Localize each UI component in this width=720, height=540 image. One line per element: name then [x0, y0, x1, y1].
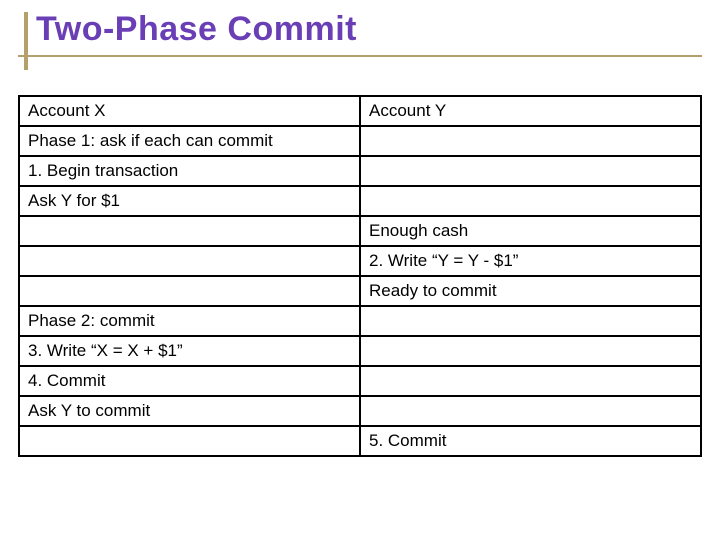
table-row: 3. Write “X = X + $1”: [19, 336, 701, 366]
two-phase-commit-table: Account X Account Y Phase 1: ask if each…: [18, 95, 702, 457]
table-row: Ready to commit: [19, 276, 701, 306]
table-row: 2. Write “Y = Y - $1”: [19, 246, 701, 276]
cell-commit: 4. Commit: [19, 366, 360, 396]
cell-empty: [360, 366, 701, 396]
cell-empty: [360, 126, 701, 156]
cell-account-x: Account X: [19, 96, 360, 126]
cell-phase2-header: Phase 2: commit: [19, 306, 360, 336]
cell-ask-y-commit: Ask Y to commit: [19, 396, 360, 426]
table-row: Account X Account Y: [19, 96, 701, 126]
cell-empty: [360, 156, 701, 186]
table-row: Phase 1: ask if each can commit: [19, 126, 701, 156]
title-underline: [18, 55, 702, 57]
table-row: 4. Commit: [19, 366, 701, 396]
table-row: Ask Y for $1: [19, 186, 701, 216]
cell-write-y: 2. Write “Y = Y - $1”: [360, 246, 701, 276]
cell-begin-transaction: 1. Begin transaction: [19, 156, 360, 186]
cell-empty: [360, 336, 701, 366]
cell-ready-commit: Ready to commit: [360, 276, 701, 306]
cell-enough-cash: Enough cash: [360, 216, 701, 246]
table-row: Phase 2: commit: [19, 306, 701, 336]
cell-empty: [19, 276, 360, 306]
cell-empty: [19, 216, 360, 246]
title-accent-bar: [24, 12, 28, 70]
cell-ask-y: Ask Y for $1: [19, 186, 360, 216]
cell-y-commit: 5. Commit: [360, 426, 701, 456]
cell-empty: [360, 306, 701, 336]
table-row: 1. Begin transaction: [19, 156, 701, 186]
cell-phase1-header: Phase 1: ask if each can commit: [19, 126, 360, 156]
cell-empty: [19, 246, 360, 276]
cell-empty: [360, 396, 701, 426]
table-row: 5. Commit: [19, 426, 701, 456]
cell-write-x: 3. Write “X = X + $1”: [19, 336, 360, 366]
table-row: Enough cash: [19, 216, 701, 246]
cell-account-y: Account Y: [360, 96, 701, 126]
table-row: Ask Y to commit: [19, 396, 701, 426]
cell-empty: [19, 426, 360, 456]
page-title: Two-Phase Commit: [36, 10, 702, 49]
cell-empty: [360, 186, 701, 216]
